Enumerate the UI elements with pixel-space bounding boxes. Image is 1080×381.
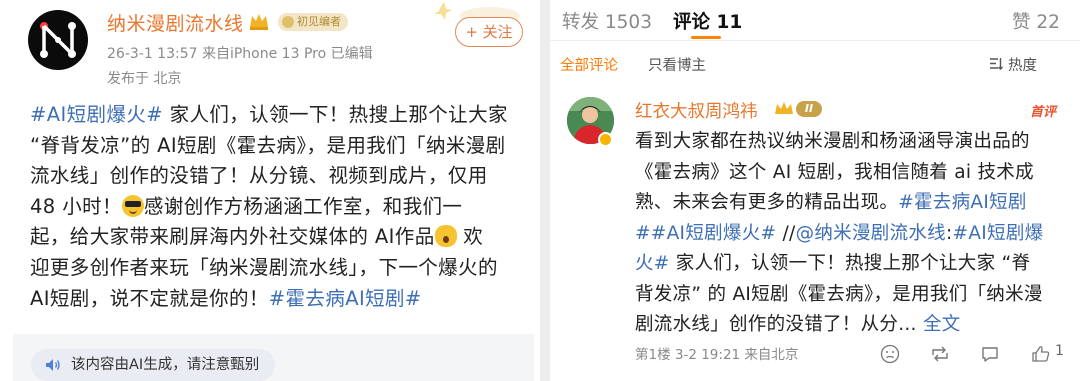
body-line: ##AI短剧爆火# //@纳米漫剧流水线:#AI短剧爆 <box>635 219 1075 250</box>
crown-icon <box>775 102 793 114</box>
verified-icon <box>598 132 613 147</box>
hashtag-link[interactable]: #霍去病AI短剧# <box>269 287 422 310</box>
hashtag-link[interactable]: #霍去病AI短剧 <box>898 192 1027 213</box>
hashtag-link[interactable]: #AI短剧爆火# <box>30 103 163 126</box>
ai-notice[interactable]: 该内容由AI生成，请注意甄别 <box>31 349 276 381</box>
body-line: 看到大家都在热议纳米漫剧和杨涵涵导演出品的 <box>635 127 1075 158</box>
tab-comments[interactable]: 评论 11 <box>673 8 742 34</box>
body-line: #AI短剧爆火# 家人们，认领一下！热搜上那个让大家 <box>30 100 535 131</box>
logo-icon <box>40 22 76 58</box>
comment-icon[interactable] <box>980 344 1000 364</box>
body-text: 欢 <box>456 225 484 249</box>
panel-divider <box>540 0 550 381</box>
ai-notice-text: 该内容由AI生成，请注意甄别 <box>71 357 260 373</box>
body-text: 感谢创作方杨涵涵工作室，和我们一 <box>143 194 463 218</box>
crown-icon <box>250 14 268 30</box>
weibo-post-panel: 纳米漫剧流水线 初见编者 + 关注 26-3-1 13:57 来自iPhone … <box>0 0 540 381</box>
sunglasses-emoji-icon <box>121 194 144 217</box>
level-badge: II <box>796 101 822 117</box>
comments-panel: 转发 1503 评论 11 赞 22 全部评论 只看博主 热度 红衣大叔周鸿祎 … <box>550 0 1080 381</box>
commenter-name[interactable]: 红衣大叔周鸿祎 <box>635 98 758 123</box>
emoji-icon[interactable] <box>880 344 900 364</box>
first-review-badge: 首评 <box>1030 105 1057 120</box>
body-line: 48 小时！ 感谢创作方杨涵涵工作室，和我们一 <box>30 192 535 223</box>
tab-reposts[interactable]: 转发 1503 <box>562 8 652 34</box>
post-body: #AI短剧爆火# 家人们，认领一下！热搜上那个让大家 “脊背发凉”的 AI短剧《霍… <box>30 100 535 314</box>
body-line: 熟、未来会有更多的精品出现。#霍去病AI短剧 <box>635 188 1075 219</box>
tab-divider <box>550 40 1080 41</box>
tab-likes[interactable]: 赞 22 <box>1012 8 1060 34</box>
post-location: 发布于 北京 <box>107 71 182 87</box>
body-text: “脊背发凉”的 AI短剧《霍去病》，是用我们「纳米漫剧 <box>30 133 506 157</box>
repost-icon[interactable] <box>930 344 950 364</box>
sort-hot[interactable]: 热度 <box>1008 54 1037 75</box>
like-icon[interactable] <box>1031 344 1051 364</box>
body-line: 迎更多创作者来玩「纳米漫剧流水线」，下一个爆火的 <box>30 253 535 284</box>
follow-button[interactable]: + 关注 <box>455 17 523 47</box>
hashtag-link[interactable]: @纳米漫剧流水线 <box>796 223 946 244</box>
expand-full-text-link[interactable]: 全文 <box>923 314 961 335</box>
body-line: AI短剧，说不定就是你的！#霍去病AI短剧# <box>30 284 535 315</box>
body-line: 背发凉” 的 AI短剧《霍去病》，是用我们「纳米漫 <box>635 280 1075 311</box>
hashtag-link[interactable]: #AI短剧爆 <box>953 223 1044 244</box>
body-text: 家人们，认领一下！热搜上那个让大家 <box>162 103 508 126</box>
hashtag-link[interactable]: ##AI短剧爆火# <box>635 223 776 244</box>
surprised-emoji-icon <box>434 225 457 248</box>
body-text: 背发凉” 的 AI短剧《霍去病》，是用我们「纳米漫 <box>635 283 1043 305</box>
body-line: 火# 家人们，认领一下！热搜上那个让大家 “脊 <box>635 249 1075 280</box>
body-text: 看到大家都在热议纳米漫剧和杨涵涵导演出品的 <box>635 131 1030 152</box>
body-text: 《霍去病》这个 AI 短剧，我相信随着 ai 技术成 <box>635 161 1034 183</box>
author-name[interactable]: 纳米漫剧流水线 <box>107 9 244 36</box>
badge-icon <box>282 16 294 28</box>
body-text: AI短剧，说不定就是你的！ <box>30 286 269 310</box>
body-text: // <box>776 222 796 244</box>
tab-bar: 转发 1503 评论 11 赞 22 <box>550 0 1080 40</box>
body-line: 流水线」创作的没错了！从分镜、视频到成片，仅用 <box>30 161 535 192</box>
post-meta: 26-3-1 13:57 来自iPhone 13 Pro 已编辑 <box>107 46 373 62</box>
active-tab-indicator <box>691 36 721 39</box>
comment-footer: 第1楼 3-2 19:21 来自北京 <box>635 347 799 363</box>
body-line: 起，给大家带来刷屏海内外社交媒体的 AI作品 欢 <box>30 222 535 253</box>
filter-all-comments[interactable]: 全部评论 <box>560 54 618 75</box>
body-line: 《霍去病》这个 AI 短剧，我相信随着 ai 技术成 <box>635 158 1075 189</box>
like-count: 1 <box>1055 343 1064 359</box>
body-text: 家人们，认领一下！热搜上那个让大家 “脊 <box>669 253 1031 274</box>
body-text: 48 小时！ <box>30 194 122 218</box>
body-line: 剧流水线」创作的没错了！从分... 全文 <box>635 310 1075 341</box>
sort-icon <box>990 58 1003 70</box>
body-text: 剧流水线」创作的没错了！从分... <box>635 314 923 335</box>
body-text: 迎更多创作者来玩「纳米漫剧流水线」，下一个爆火的 <box>30 255 498 279</box>
body-text: 起，给大家带来刷屏海内外社交媒体的 AI作品 <box>30 225 435 249</box>
comment-body: 看到大家都在热议纳米漫剧和杨涵涵导演出品的 《霍去病》这个 AI 短剧，我相信随着… <box>635 127 1075 341</box>
filter-author-only[interactable]: 只看博主 <box>648 54 706 75</box>
badge-label: 初见编者 <box>297 15 341 28</box>
body-text: 熟、未来会有更多的精品出现。 <box>635 192 899 213</box>
body-line: “脊背发凉”的 AI短剧《霍去病》，是用我们「纳米漫剧 <box>30 131 535 162</box>
speaker-icon <box>46 359 60 371</box>
hashtag-link[interactable]: 火# <box>635 253 670 274</box>
author-avatar[interactable] <box>28 10 88 70</box>
author-badge[interactable]: 初见编者 <box>278 13 348 31</box>
body-text: 流水线」创作的没错了！从分镜、视频到成片，仅用 <box>30 164 488 188</box>
